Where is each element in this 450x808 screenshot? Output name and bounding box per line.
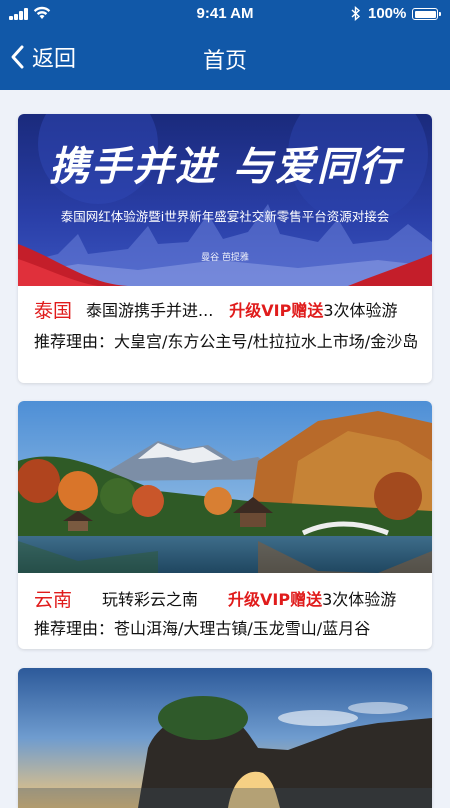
banner-headline: 携手并进 与爱同行 [49, 143, 401, 190]
tour-card-yunnan[interactable]: 云南 玩转彩云之南 升级VIP赠送3次体验游 推荐理由：苍山洱海/大理古镇/玉龙雪山… [18, 401, 432, 649]
card-subtitle: 玩转彩云之南 [102, 590, 199, 609]
reason-text: 苍山洱海/大理古镇/玉龙雪山/蓝月谷 [114, 619, 371, 638]
promo-tail: 3次体验游 [323, 301, 398, 320]
reason-label: 推荐理由： [34, 619, 115, 638]
back-button[interactable]: 返回 [8, 40, 76, 74]
vip-promo: 升级VIP赠送 [228, 590, 323, 609]
reason-label: 推荐理由： [34, 332, 115, 351]
tour-card-thailand[interactable]: 携手并进 与爱同行 泰国网红体验游暨i世界新年盛宴社交新零售平台资源对接会 曼谷… [18, 114, 432, 383]
card-subtitle: 泰国游携手并进... [86, 301, 214, 320]
recommend-reason: 推荐理由：大皇宫/东方公主号/杜拉拉水上市场/金沙岛 [34, 330, 420, 354]
recommend-reason: 推荐理由：苍山洱海/大理古镇/玉龙雪山/蓝月谷 [34, 617, 420, 641]
battery-percent: 100% [368, 5, 407, 22]
region-label: 云南 [34, 589, 73, 611]
battery-icon [412, 8, 441, 20]
tour-card-coast[interactable] [18, 668, 432, 808]
promo-tail: 3次体验游 [322, 590, 397, 609]
vip-promo: 升级VIP赠送 [229, 301, 324, 320]
region-label: 泰国 [34, 300, 73, 322]
coast-sunset-image [18, 668, 432, 808]
thailand-banner-image: 携手并进 与爱同行 泰国网红体验游暨i世界新年盛宴社交新零售平台资源对接会 曼谷… [18, 114, 432, 286]
bluetooth-icon [351, 6, 361, 21]
card-title-row: 泰国 泰国游携手并进... 升级VIP赠送3次体验游 [34, 296, 428, 323]
chevron-left-icon [11, 45, 24, 69]
reason-text: 大皇宫/东方公主号/杜拉拉水上市场/金沙岛 [114, 332, 419, 351]
banner-subheadline: 泰国网红体验游暨i世界新年盛宴社交新零售平台资源对接会 [60, 209, 390, 224]
nav-bar: 返回 首页 [0, 30, 450, 84]
top-bar: 9:41 AM 100% 返回 首页 [0, 0, 450, 90]
yunnan-landscape-image [18, 401, 432, 573]
back-label: 返回 [32, 47, 77, 72]
banner-location: 曼谷 芭提雅 [201, 253, 249, 263]
card-title-row: 云南 玩转彩云之南 升级VIP赠送3次体验游 [34, 585, 428, 612]
status-bar: 9:41 AM 100% [0, 0, 450, 28]
